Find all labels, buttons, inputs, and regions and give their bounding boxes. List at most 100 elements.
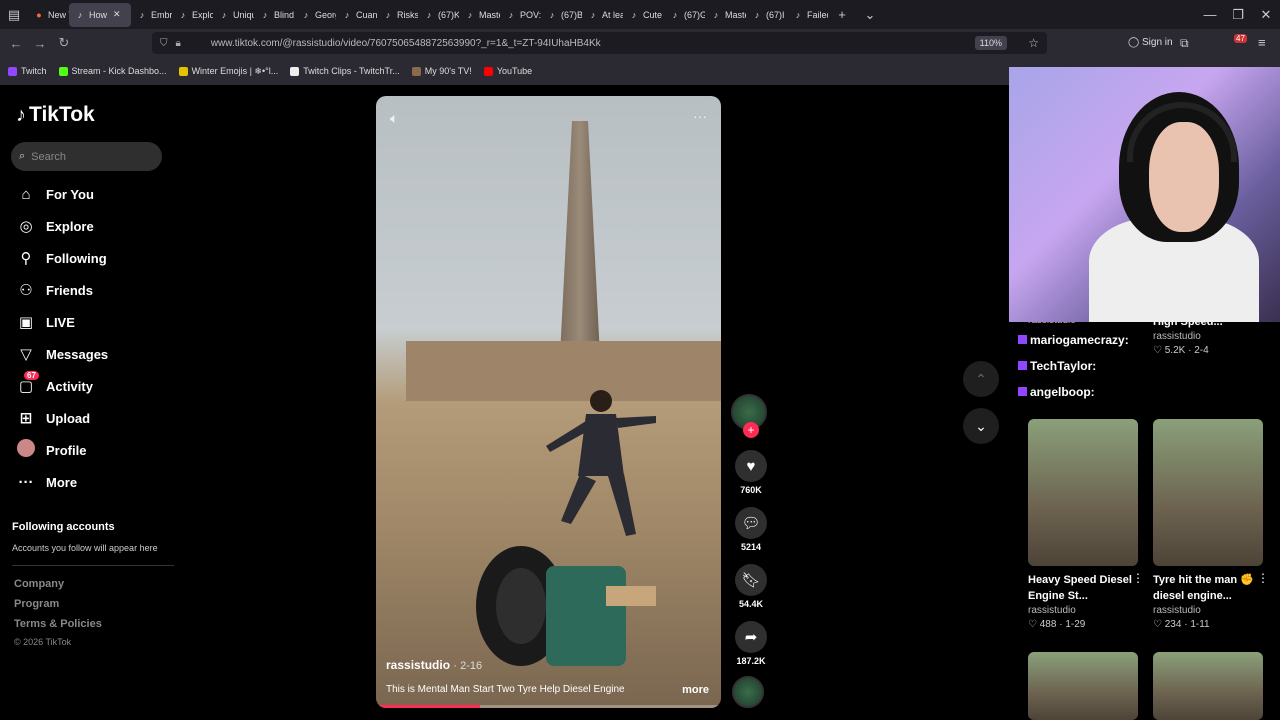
card-thumbnail[interactable] — [1028, 419, 1138, 566]
nav-item-for-you[interactable]: ⌂ For You — [16, 183, 93, 205]
recommended-card[interactable]: Tyre hit the man ✊ diesel engine... rassi… — [1153, 419, 1269, 630]
scroll-up-button[interactable]: ⌃ — [963, 361, 999, 397]
search-input[interactable]: ⌕ Search — [11, 142, 162, 171]
bookmark-item[interactable]: YouTube — [483, 66, 532, 76]
bookmark-item[interactable]: Winter Emojis | ❄•°l... — [178, 66, 278, 77]
tiktok-icon: ♪ — [139, 9, 145, 20]
video-player[interactable]: 🔈︎ ··· rassistudio · 2-16 This is Mental… — [376, 96, 721, 708]
card-author[interactable]: rassistudio — [1153, 331, 1263, 342]
scroll-down-button[interactable]: ⌄ — [963, 408, 999, 444]
tab-16[interactable]: ♪ Master — [705, 3, 746, 27]
tab-4[interactable]: ♪ Unique — [213, 3, 254, 27]
nav-item-more[interactable]: ··· More — [16, 471, 78, 493]
bookmark-label: Twitch Clips - TwitchTr... — [303, 66, 400, 76]
tab-18[interactable]: ♪ Failed I — [787, 3, 828, 27]
url-bar[interactable]: ⛉ 🔒︎ www.tiktok.com/@rassistudio/video/7… — [152, 32, 1047, 54]
extension-badge[interactable]: 47 — [1234, 34, 1247, 43]
new-tab-button[interactable]: + — [828, 7, 856, 22]
diesel-engine — [476, 546, 656, 666]
music-disc-avatar[interactable] — [732, 676, 764, 708]
chimney — [560, 121, 600, 356]
video-progress-bar[interactable] — [376, 705, 721, 708]
tab-17[interactable]: ♪ (67)I fe — [746, 3, 787, 27]
tab-label: Embrac — [151, 9, 172, 20]
bookmark-item[interactable]: Twitch Clips - TwitchTr... — [290, 66, 400, 76]
nav-item-upload[interactable]: ⊞ Upload — [16, 407, 90, 429]
menu-icon[interactable]: ≡ — [1258, 35, 1266, 50]
card-more-icon[interactable]: ⋮ — [1257, 571, 1269, 585]
card-thumbnail[interactable] — [1153, 652, 1263, 720]
card-author[interactable]: rassistudio — [1028, 605, 1138, 616]
tab-13[interactable]: ♪ At least — [582, 3, 623, 27]
bookmark-item[interactable]: My 90's TV! — [411, 66, 472, 76]
tab-list-icon[interactable]: ▤ — [0, 7, 28, 23]
recommended-videos: Small & Big Tyrerassistudio⋮At River Bik… — [1009, 282, 1280, 720]
tab-14[interactable]: ♪ Cute Bu — [623, 3, 664, 27]
extensions-icon[interactable]: ⧉ — [1180, 36, 1189, 51]
card-stats: ♡ 234 · 1-11 — [1153, 619, 1263, 630]
nav-item-live[interactable]: ▣ LIVE — [16, 311, 75, 333]
card-thumbnail[interactable] — [1153, 419, 1263, 566]
nav-item-following[interactable]: ⚲ Following — [16, 247, 107, 269]
tab-7[interactable]: ♪ Cuando — [336, 3, 377, 27]
bookmark-item[interactable]: Stream - Kick Dashbo... — [58, 66, 167, 76]
close-tab-icon[interactable]: ✕ — [113, 9, 121, 20]
save-button[interactable]: 🔖︎ 54.4K — [733, 564, 769, 609]
comment-button[interactable]: 💬︎ 5214 — [733, 507, 769, 552]
tiktok-icon: ♪ — [549, 9, 555, 20]
tab-1[interactable]: ♪ How ✕ — [69, 2, 131, 27]
action-column: + ♥ 760K 💬︎ 5214 🔖︎ 54.4K ➦ 187.2K — [731, 394, 769, 708]
forward-button[interactable]: → — [28, 36, 52, 51]
bookmark-item[interactable]: Twitch — [8, 66, 47, 76]
nav-item-friends[interactable]: ⚇ Friends — [16, 279, 93, 301]
follow-plus-icon[interactable]: + — [743, 422, 759, 438]
footer-link[interactable]: Program — [14, 598, 59, 610]
creator-avatar[interactable]: + — [731, 394, 767, 438]
volume-icon[interactable]: 🔈︎ — [390, 110, 398, 127]
share-button[interactable]: ➦ 187.2K — [733, 621, 769, 666]
minimize-button[interactable]: — — [1196, 7, 1224, 22]
tab-10[interactable]: ♪ Master — [459, 3, 500, 27]
tab-9[interactable]: ♪ (67)Kor — [418, 3, 459, 27]
tab-6[interactable]: ♪ George — [295, 3, 336, 27]
nav-item-activity[interactable]: ▢ 67 Activity — [16, 371, 93, 397]
nav-item-messages[interactable]: ▽ Messages — [16, 343, 108, 365]
reload-button[interactable]: ↻ — [52, 35, 76, 51]
card-thumbnail[interactable] — [1028, 652, 1138, 720]
chevron-down-icon[interactable]: ⌄ — [856, 7, 884, 23]
sign-in-button[interactable]: ◯ Sign in — [1128, 37, 1173, 48]
card-more-icon[interactable]: ⋮ — [1132, 571, 1144, 585]
zoom-level[interactable]: 110% — [974, 36, 1007, 50]
recommended-card[interactable]: Heavy Speed Diesel Engine St... rassistud… — [1028, 419, 1144, 630]
tab-5[interactable]: ♪ Blind Sp — [254, 3, 295, 27]
card-stats-text: 234 · 1-11 — [1164, 619, 1210, 630]
tiktok-icon: ♪ — [221, 9, 227, 20]
nav-item-profile[interactable]: Profile — [16, 439, 86, 461]
footer-link[interactable]: Company — [14, 578, 64, 590]
bookmark-star-icon[interactable]: ☆ — [1028, 36, 1039, 50]
send-icon: ▽ — [20, 346, 32, 363]
tab-11[interactable]: ♪ POV: W — [500, 3, 541, 27]
bookmark-favicon-icon — [58, 66, 68, 76]
nav-item-explore[interactable]: ◎ Explore — [16, 215, 93, 237]
more-options-icon[interactable]: ··· — [693, 108, 707, 124]
card-author[interactable]: rassistudio — [1153, 605, 1263, 616]
friends-icon: ⚇ — [19, 282, 33, 299]
video-author[interactable]: rassistudio · 2-16 — [386, 658, 482, 672]
tiktok-icon: ♪ — [508, 9, 514, 20]
tab-2[interactable]: ♪ Embrac — [131, 3, 172, 27]
footer-link[interactable]: Terms & Policies — [14, 618, 102, 630]
tab-12[interactable]: ♪ (67)Bro — [541, 3, 582, 27]
like-button[interactable]: ♥ 760K — [733, 450, 769, 495]
tab-0[interactable]: ● New Tab — [28, 3, 69, 27]
tab-3[interactable]: ♪ Explorin — [172, 3, 213, 27]
restore-button[interactable]: ❐ — [1224, 7, 1252, 23]
tab-8[interactable]: ♪ Risks of — [377, 3, 418, 27]
close-window-button[interactable]: ✕ — [1252, 7, 1280, 23]
back-button[interactable]: ← — [4, 36, 28, 51]
more-link[interactable]: more — [682, 684, 709, 696]
tab-15[interactable]: ♪ (67)Get — [664, 3, 705, 27]
tiktok-logo[interactable]: ♪ TikTok — [16, 103, 95, 127]
chat-message: mariogamecrazy: — [1018, 333, 1129, 347]
tab-label: Unique — [233, 9, 254, 20]
